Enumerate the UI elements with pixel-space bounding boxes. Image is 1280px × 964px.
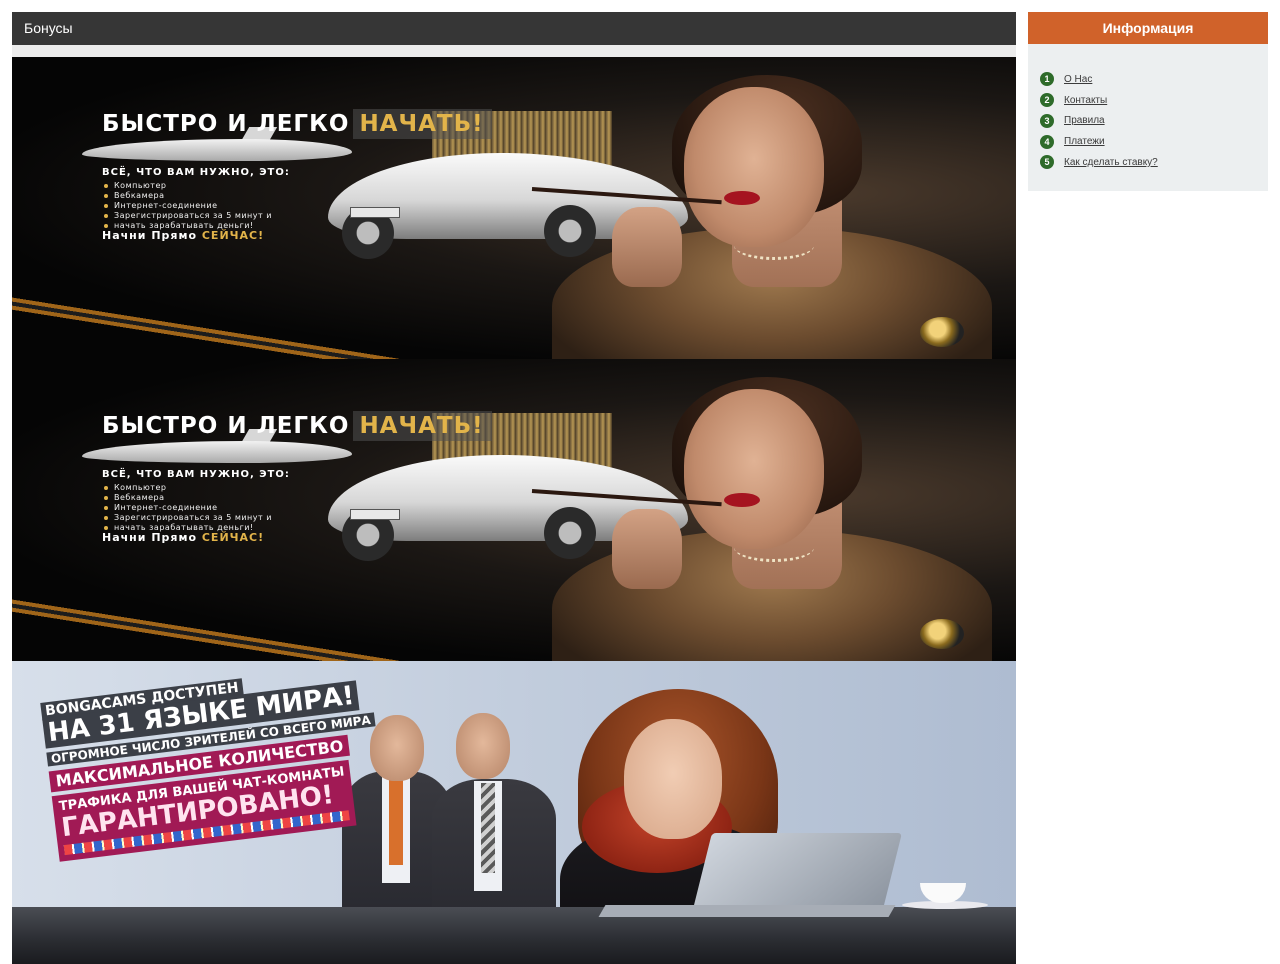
page: Бонусы БЫСТРО И ЛЕГКО НАЧАТЬ! ВСЁ, ЧТО В… [0, 0, 1280, 964]
banner-cta-gold: СЕЙЧАС! [201, 229, 265, 242]
man-tie [481, 783, 495, 873]
banner-cta: Начни Прямо СЕЙЧАС! [102, 229, 264, 242]
man-tie [389, 775, 403, 865]
woman-hand [612, 207, 682, 287]
sidebar-title: Информация [1028, 12, 1268, 44]
stripe-decoration [12, 579, 605, 661]
banner-title-white: БЫСТРО И ЛЕГКО [102, 111, 350, 137]
list-item: Компьютер [104, 483, 272, 493]
car-plate [350, 207, 400, 218]
pearl-necklace [734, 231, 814, 260]
banner-title-gold: НАЧАТЬ! [353, 411, 492, 441]
list-item: Зарегистрироваться за 5 минут и [104, 211, 272, 220]
list-item: 2 Контакты [1040, 90, 1268, 111]
banner-title-gold: НАЧАТЬ! [353, 109, 492, 139]
list-item: 1 О Нас [1040, 69, 1268, 90]
list-item: Интернет-соединение [104, 201, 272, 211]
number-badge: 1 [1040, 72, 1054, 87]
banner-title-white: БЫСТРО И ЛЕГКО [102, 413, 350, 439]
woman-hand [612, 509, 682, 589]
number-badge: 4 [1040, 134, 1054, 149]
banner-requirements-list: Компьютер Вебкамера Интернет-соединение … [100, 181, 272, 231]
info-sidebar: Информация 1 О Нас 2 Контакты 3 Правила … [1028, 12, 1268, 191]
link-payments[interactable]: Платежи [1064, 136, 1105, 147]
section-title: Бонусы [12, 12, 1016, 45]
list-item: Интернет-соединение [104, 503, 272, 513]
man-head [456, 713, 510, 779]
banner-need-heading: ВСЁ, ЧТО ВАМ НУЖНО, ЭТО: [102, 469, 290, 480]
banner-cta-gold: СЕЙЧАС! [201, 531, 265, 544]
bongacams-logo-icon [920, 317, 964, 347]
list-item: Компьютер [104, 181, 272, 191]
banner-title: БЫСТРО И ЛЕГКО НАЧАТЬ! [102, 411, 492, 441]
car-plate [350, 509, 400, 520]
banner-start-earning-2[interactable]: БЫСТРО И ЛЕГКО НАЧАТЬ! ВСЁ, ЧТО ВАМ НУЖНО… [12, 359, 1016, 661]
list-item: 5 Как сделать ставку? [1040, 152, 1268, 173]
car-wheel [544, 507, 596, 559]
pearl-necklace [734, 533, 814, 562]
number-badge: 5 [1040, 155, 1054, 170]
main-column: Бонусы БЫСТРО И ЛЕГКО НАЧАТЬ! ВСЁ, ЧТО В… [12, 12, 1016, 964]
woman-lips [724, 191, 760, 205]
banner-start-earning-1[interactable]: БЫСТРО И ЛЕГКО НАЧАТЬ! ВСЁ, ЧТО ВАМ НУЖНО… [12, 57, 1016, 359]
woman-face [684, 87, 824, 247]
banner-cta-white: Начни Прямо [102, 229, 198, 242]
header-divider [12, 45, 1016, 57]
link-how-to-bet[interactable]: Как сделать ставку? [1064, 157, 1158, 168]
banner-cta-white: Начни Прямо [102, 531, 198, 544]
bongacams-logo-icon [920, 619, 964, 649]
laptop-image [692, 833, 902, 913]
link-about-us[interactable]: О Нас [1064, 74, 1092, 85]
list-item: 3 Правила [1040, 111, 1268, 132]
list-item: Вебкамера [104, 191, 272, 201]
woman-lips [724, 493, 760, 507]
list-item: 4 Платежи [1040, 131, 1268, 152]
jet-image [82, 441, 352, 463]
car-wheel [544, 205, 596, 257]
banner-requirements-list: Компьютер Вебкамера Интернет-соединение … [100, 483, 272, 533]
jet-image [82, 139, 352, 161]
laptop-base [598, 905, 896, 917]
link-rules[interactable]: Правила [1064, 115, 1105, 126]
list-item: Зарегистрироваться за 5 минут и [104, 513, 272, 522]
banner-languages[interactable]: BONGACAMS ДОСТУПЕН НА 31 ЯЗЫКЕ МИРА! ОГР… [12, 661, 1016, 964]
banner-cta: Начни Прямо СЕЙЧАС! [102, 531, 264, 544]
list-item: Вебкамера [104, 493, 272, 503]
banner-need-heading: ВСЁ, ЧТО ВАМ НУЖНО, ЭТО: [102, 167, 290, 178]
info-links-list: 1 О Нас 2 Контакты 3 Правила 4 Платежи 5… [1028, 44, 1268, 173]
link-contacts[interactable]: Контакты [1064, 95, 1107, 106]
woman-face [624, 719, 722, 839]
number-badge: 2 [1040, 93, 1054, 108]
woman-face [684, 389, 824, 549]
number-badge: 3 [1040, 113, 1054, 128]
banner-title: БЫСТРО И ЛЕГКО НАЧАТЬ! [102, 109, 492, 139]
stripe-decoration [12, 277, 605, 359]
